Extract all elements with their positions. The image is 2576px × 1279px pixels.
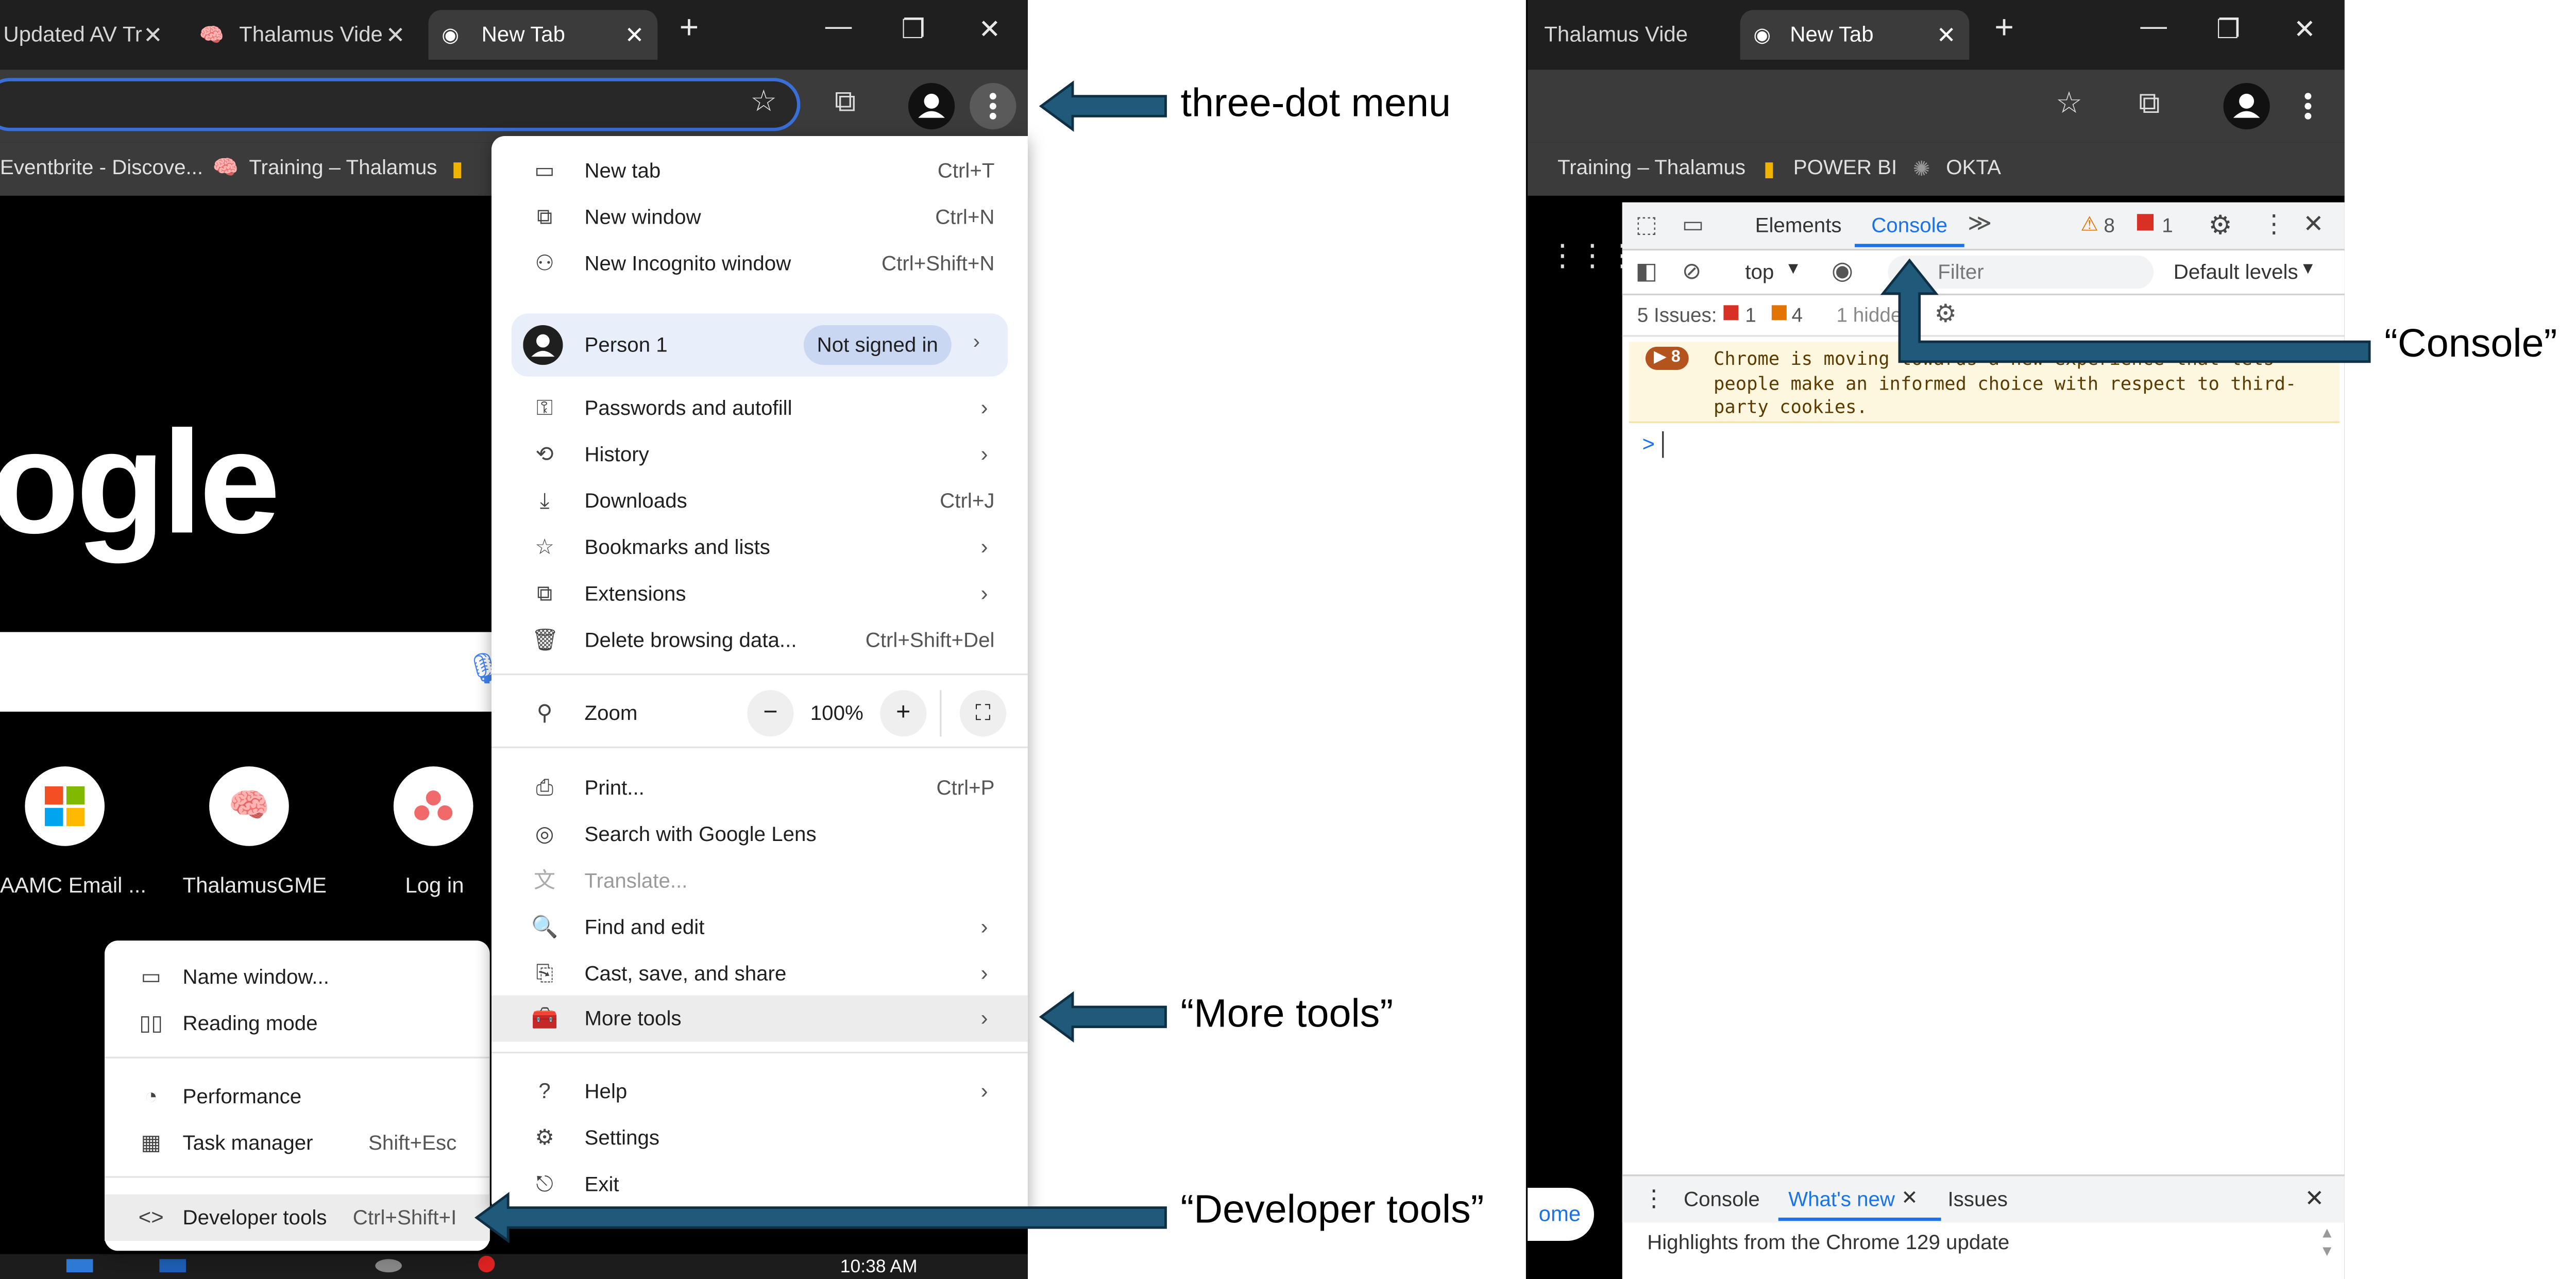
arrow-more-tools (1039, 991, 1167, 1043)
panel-divider (1526, 0, 1528, 1279)
annotation-more-tools: “More tools” (1180, 992, 1394, 1037)
annotation-developer-tools: “Developer tools” (1180, 1187, 1484, 1233)
annotation-arrows-layer (474, 80, 2371, 1243)
arrow-three-dot-menu (1039, 80, 1167, 132)
annotation-three-dot-menu: three-dot menu (1180, 81, 1451, 126)
arrow-developer-tools (474, 1192, 1167, 1243)
annotation-console: “Console” (2384, 322, 2557, 367)
arrow-console (1880, 258, 2371, 363)
